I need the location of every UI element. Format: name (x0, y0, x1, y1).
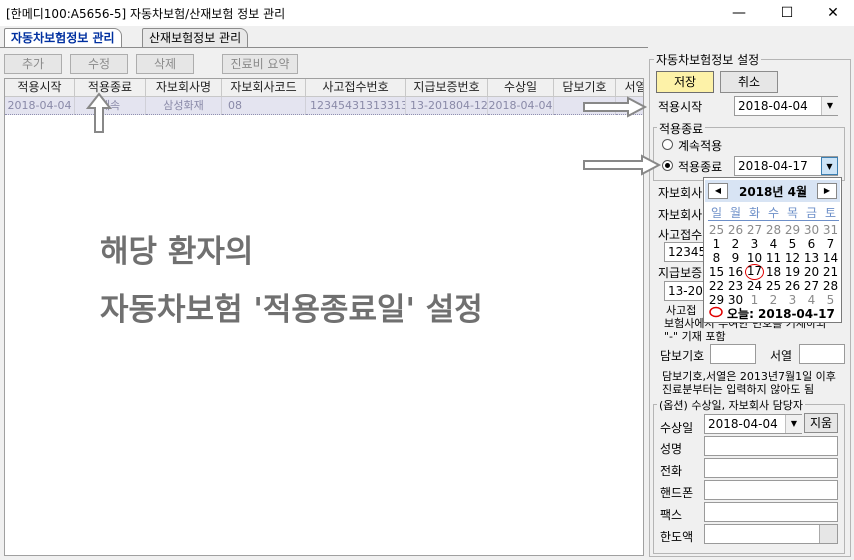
chevron-down-icon[interactable]: ▼ (821, 157, 838, 175)
col-header-start[interactable]: 적용시작 (5, 79, 75, 97)
table-cell[interactable]: 12345431313313313 (306, 97, 406, 115)
close-button[interactable]: ✕ (810, 0, 854, 26)
radio-continue[interactable] (662, 139, 673, 150)
minimize-button[interactable]: — (716, 0, 762, 26)
company-code-label: 자보회사 (658, 208, 703, 222)
limit-input-button[interactable] (819, 525, 837, 543)
chevron-down-icon[interactable]: ▼ (821, 97, 838, 115)
calendar-weekday: 수 (767, 206, 780, 220)
chevron-down-icon[interactable]: ▼ (785, 415, 802, 433)
start-label: 적용시작 (658, 100, 703, 114)
accident-no-label: 사고접수 (658, 228, 703, 242)
calendar-today-link[interactable]: 오늘: 2018-04-17 (727, 305, 835, 322)
mobile-input[interactable] (704, 480, 838, 500)
accident-no-value: 123454 (668, 245, 703, 259)
title-bar: [한메디100:A5656-5] 자동차보험/산재보험 정보 관리 — ☐ ✕ (0, 0, 854, 26)
col-header-rank[interactable]: 서열 (616, 79, 643, 97)
start-date-value: 2018-04-04 (738, 99, 808, 113)
up-arrow-icon (86, 92, 112, 133)
col-header-cover-code[interactable]: 담보기호 (554, 79, 616, 97)
tab-auto-insurance[interactable]: 자동차보험정보 관리 (4, 28, 122, 48)
tab-divider (0, 47, 648, 48)
table-cell[interactable]: 삼성화재 (146, 97, 222, 115)
col-header-accident-no[interactable]: 사고접수번호 (306, 79, 406, 97)
maximize-button[interactable]: ☐ (764, 0, 810, 26)
limit-label: 한도액 (660, 530, 694, 544)
add-button[interactable]: 추가 (4, 54, 62, 74)
calendar-weekday: 목 (786, 206, 799, 220)
radio-dot (665, 163, 670, 168)
edit-button[interactable]: 수정 (70, 54, 128, 74)
save-button[interactable]: 저장 (656, 71, 714, 93)
calendar-divider (708, 220, 839, 221)
fax-input[interactable] (704, 502, 838, 522)
col-header-company-code[interactable]: 자보회사코드 (222, 79, 306, 97)
end-date-value: 2018-04-17 (738, 159, 808, 173)
phone-label: 전화 (660, 464, 683, 478)
calendar-weekday: 월 (729, 206, 742, 220)
col-header-injury-date[interactable]: 수상일 (488, 79, 554, 97)
table-cell[interactable]: 13-201804-12 (406, 97, 488, 115)
table-cell[interactable]: 2018-04-04 (5, 97, 75, 115)
window-title: [한메디100:A5656-5] 자동차보험/산재보험 정보 관리 (6, 7, 286, 21)
injury-date-label: 수상일 (660, 421, 694, 435)
table-cell[interactable]: 2018-04-04 (488, 97, 554, 115)
end-group-title: 적용종료 (657, 120, 706, 137)
calendar-weekday: 금 (805, 206, 818, 220)
calendar-month-title[interactable]: 2018년 4월 (729, 183, 817, 200)
clear-button[interactable]: 지움 (804, 413, 838, 433)
col-header-company-name[interactable]: 자보회사명 (146, 79, 222, 97)
cover-code-input[interactable] (710, 344, 756, 364)
calendar-weekday: 일 (710, 206, 723, 220)
radio-continue-label: 계속적용 (678, 139, 723, 153)
prev-month-button[interactable]: ◀ (708, 183, 728, 199)
calendar-weekday: 화 (748, 206, 761, 220)
cancel-button[interactable]: 취소 (720, 71, 778, 93)
rank-label: 서열 (770, 349, 793, 363)
fax-label: 팩스 (660, 508, 683, 522)
delete-button[interactable]: 삭제 (136, 54, 194, 74)
note-line-3: "-" 기재 포함 (664, 330, 726, 343)
next-month-button[interactable]: ▶ (817, 183, 837, 199)
settings-group-title: 자동차보험정보 설정 (654, 51, 762, 68)
right-arrow-icon (583, 96, 648, 118)
today-marker-icon (709, 306, 723, 318)
annotation-line-2: 자동차보험 '적용종료일' 설정 (100, 292, 483, 328)
table-cell[interactable]: 08 (222, 97, 306, 115)
date-picker-calendar[interactable]: ◀ 2018년 4월 ▶ 일월화수목금토 25 26 27 28 29 30 31 1 2 3 4 5… (703, 177, 842, 323)
calendar-header: ◀ 2018년 4월 ▶ (705, 180, 840, 202)
radio-end-label: 적용종료 (678, 160, 723, 174)
col-header-guarantee-no[interactable]: 지급보증번호 (406, 79, 488, 97)
fee-summary-button[interactable]: 진료비 요약 (222, 54, 298, 74)
phone-input[interactable] (704, 458, 838, 478)
name-label: 성명 (660, 442, 683, 456)
guarantee-no-value: 13-201 (668, 284, 703, 298)
limit-input[interactable] (704, 524, 838, 544)
options-group-title: (옵션) 수상일, 자보회사 담당자 (657, 397, 806, 413)
rank-input[interactable] (799, 344, 845, 364)
right-arrow-icon (583, 154, 662, 176)
tab-industrial-insurance[interactable]: 산재보험정보 관리 (142, 28, 249, 48)
accident-no-input[interactable]: 123454 (664, 242, 704, 262)
note-line-5: 진료분부터는 입력하지 않아도 됨 (662, 383, 815, 396)
company-name-label: 자보회사 (658, 186, 703, 200)
annotation-line-1: 해당 환자의 (100, 234, 254, 270)
mobile-label: 핸드폰 (660, 486, 694, 500)
calendar-weekday: 토 (824, 206, 837, 220)
name-input[interactable] (704, 436, 838, 456)
guarantee-no-input[interactable]: 13-201 (664, 281, 704, 301)
cover-code-label: 담보기호 (660, 349, 705, 363)
radio-end[interactable] (662, 160, 673, 171)
guarantee-no-label: 지급보증 (658, 266, 703, 280)
injury-date-value: 2018-04-04 (708, 417, 778, 431)
